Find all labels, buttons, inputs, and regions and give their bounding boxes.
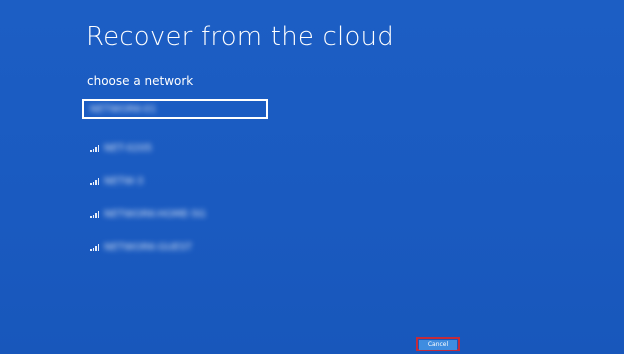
network-item-selected[interactable]: NETWORK-01 [82, 99, 268, 119]
cancel-button[interactable]: Cancel [419, 340, 457, 350]
page-subtitle: choose a network [87, 74, 194, 88]
wifi-signal-icon [90, 144, 100, 152]
network-ssid: NET-0205 [104, 142, 153, 154]
network-ssid: NETWORK-01 [90, 103, 157, 115]
network-item[interactable]: NETW-3 [82, 170, 382, 192]
wifi-signal-icon [90, 243, 100, 251]
network-list: NETWORK-01 NET-0205 NETW-3 NETWORK-HOME-… [82, 99, 382, 269]
network-item[interactable]: NETWORK-GUEST [82, 236, 382, 258]
recovery-screen: Recover from the cloud choose a network … [0, 0, 624, 354]
network-ssid: NETWORK-GUEST [104, 241, 192, 253]
wifi-signal-icon [90, 210, 100, 218]
network-ssid: NETW-3 [104, 175, 144, 187]
page-title: Recover from the cloud [86, 22, 394, 52]
wifi-signal-icon [90, 177, 100, 185]
network-ssid: NETWORK-HOME-5G [104, 208, 206, 220]
network-item[interactable]: NETWORK-HOME-5G [82, 203, 382, 225]
network-item[interactable]: NET-0205 [82, 137, 382, 159]
